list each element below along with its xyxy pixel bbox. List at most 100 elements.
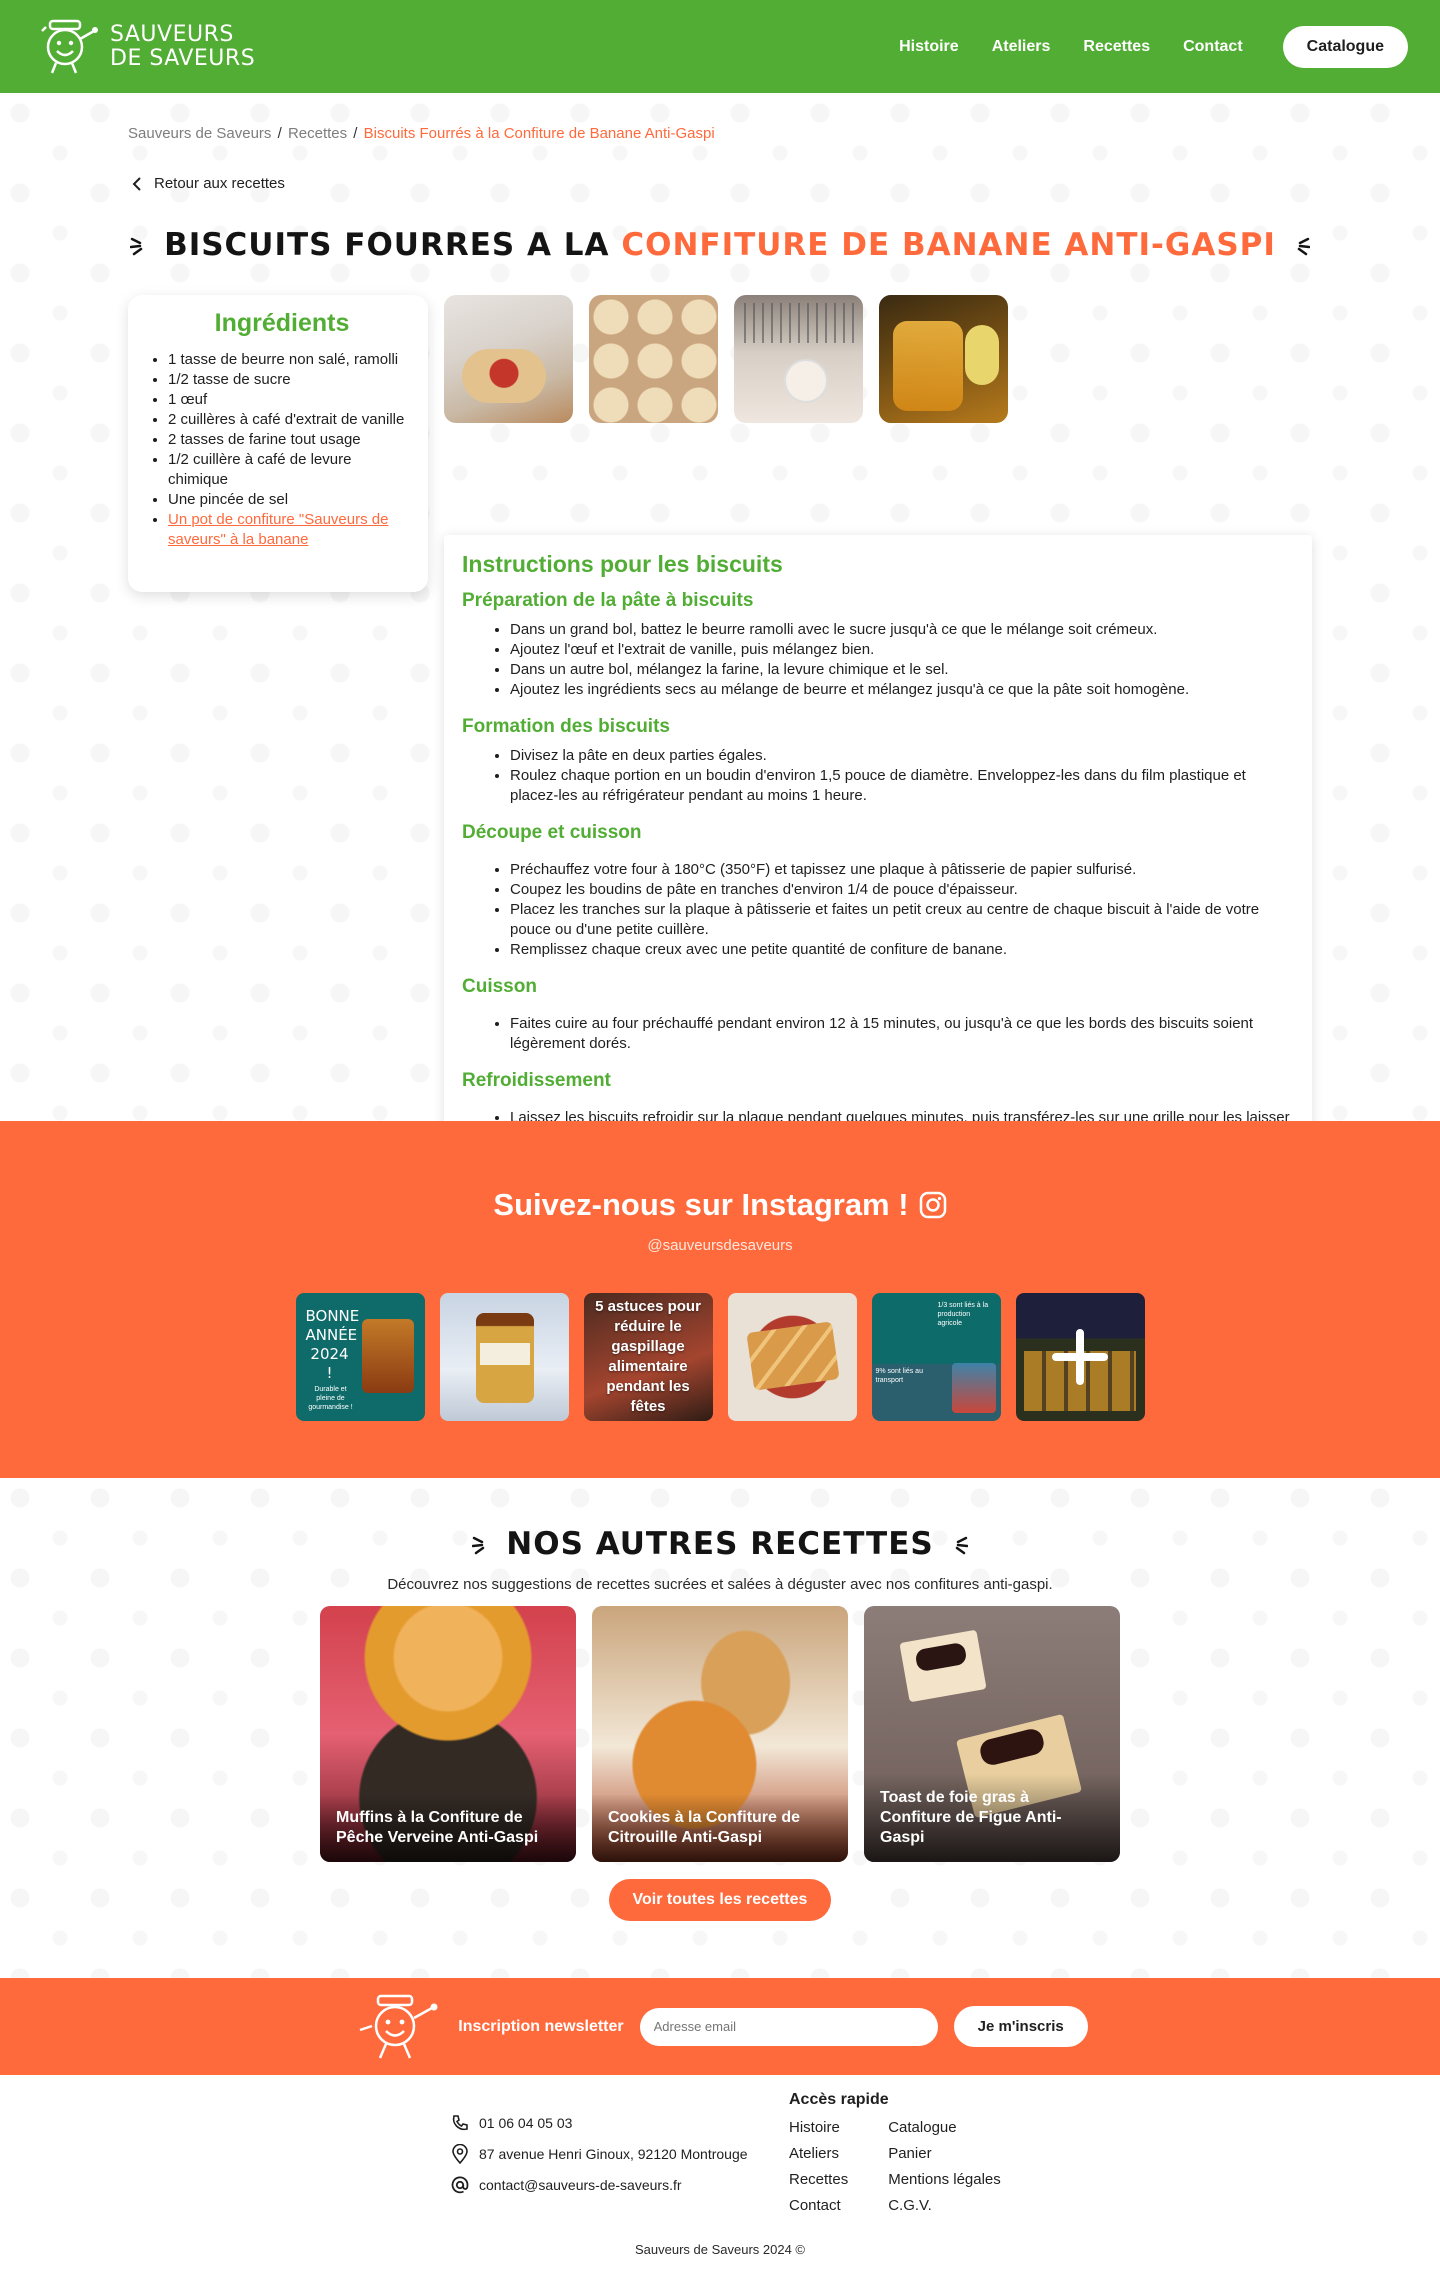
footer-contacts: 01 06 04 05 03 87 avenue Henri Ginoux, 9…	[451, 2107, 748, 2200]
recipe-section: Sauveurs de Saveurs / Recettes / Biscuit…	[0, 93, 1440, 1183]
step-item: Dans un grand bol, battez le beurre ramo…	[510, 620, 1294, 640]
instagram-post[interactable]	[439, 1293, 569, 1421]
back-to-recipes-link[interactable]: Retour aux recettes	[132, 175, 1440, 192]
instagram-post[interactable]	[727, 1293, 857, 1421]
step-list: Faites cuire au four préchauffé pendant …	[462, 1014, 1294, 1054]
footer-link-panier[interactable]: Panier	[888, 2141, 1001, 2167]
sparkle-icon	[472, 1536, 485, 1555]
breadcrumb-section[interactable]: Recettes	[288, 125, 347, 142]
title-accent: CONFITURE DE BANANE ANTI-GASPI	[621, 227, 1276, 263]
footer-phone[interactable]: 01 06 04 05 03	[451, 2107, 748, 2138]
phone-number: 01 06 04 05 03	[479, 2114, 573, 2131]
other-recipes-title: NOS AUTRES RECETTES	[506, 1526, 934, 1562]
step-item: Ajoutez les ingrédients secs au mélange …	[510, 680, 1294, 700]
copyright: Sauveurs de Saveurs 2024 ©	[634, 2242, 805, 2257]
recipe-card-foie-gras-toast[interactable]: Toast de foie gras à Confiture de Figue …	[864, 1606, 1120, 1862]
see-all-recipes-button[interactable]: Voir toutes les recettes	[608, 1879, 832, 1921]
jam-product-link[interactable]: Un pot de confiture "Sauveurs de saveurs…	[168, 511, 388, 548]
site-header: SAUVEURS DE SAVEURS Histoire Ateliers Re…	[0, 0, 1440, 93]
instructions-card: Instructions pour les biscuits Préparati…	[444, 535, 1312, 1183]
quick-links-heading: Accès rapide	[789, 2091, 889, 2108]
ingredient-item: 1 œuf	[168, 390, 414, 410]
phone-icon	[452, 2114, 468, 2130]
breadcrumb-separator: /	[349, 125, 362, 142]
ingredient-item: Une pincée de sel	[168, 490, 414, 510]
ingredient-item-link: Un pot de confiture "Sauveurs de saveurs…	[168, 510, 414, 550]
instagram-feed: BONNE ANNÉE 2024 ! Durable et pleine de …	[0, 1293, 1440, 1421]
step-section-title: Formation des biscuits	[462, 716, 670, 737]
breadcrumb: Sauveurs de Saveurs / Recettes / Biscuit…	[128, 125, 1440, 142]
newsletter-label: Inscription newsletter	[458, 2017, 624, 2035]
site-logo[interactable]: SAUVEURS DE SAVEURS	[36, 17, 255, 77]
footer-link-ateliers[interactable]: Ateliers	[789, 2141, 848, 2167]
logo-line-2: DE SAVEURS	[110, 45, 256, 71]
instagram-handle[interactable]: @sauveursdesaveurs	[0, 1237, 1440, 1254]
step-item: Préchauffez votre four à 180°C (350°F) e…	[510, 860, 1294, 880]
newsletter-subscribe-button[interactable]: Je m'inscris	[953, 2006, 1088, 2047]
post-caption: BONNE ANNÉE 2024 !	[305, 1307, 360, 1382]
breadcrumb-separator: /	[273, 125, 286, 142]
step-item: Divisez la pâte en deux parties égales.	[510, 746, 1294, 766]
post-caption: 9% sont liés au transport	[875, 1368, 923, 1384]
gallery-photo-cookie[interactable]	[444, 295, 573, 423]
instagram-icon[interactable]	[919, 1191, 947, 1219]
footer-link-contact[interactable]: Contact	[789, 2193, 848, 2219]
other-recipes-intro: Découvrez nos suggestions de recettes su…	[387, 1576, 1053, 1593]
site-footer: 01 06 04 05 03 87 avenue Henri Ginoux, 9…	[0, 2075, 1440, 2271]
address-text: 87 avenue Henri Ginoux, 92120 Montrouge	[479, 2145, 748, 2162]
step-item: Ajoutez l'œuf et l'extrait de vanille, p…	[510, 640, 1294, 660]
nav-ateliers[interactable]: Ateliers	[992, 38, 1051, 56]
footer-link-histoire[interactable]: Histoire	[789, 2115, 848, 2141]
catalog-button[interactable]: Catalogue	[1282, 25, 1408, 68]
quick-links-col-2: Catalogue Panier Mentions légales C.G.V.	[888, 2115, 1001, 2219]
post-subcaption: Durable et pleine de gourmandise !	[308, 1386, 353, 1411]
nav-recettes[interactable]: Recettes	[1083, 38, 1150, 56]
recipe-card-label: Muffins à la Confiture de Pêche Verveine…	[320, 1794, 576, 1862]
at-sign-icon	[451, 2176, 469, 2193]
step-item: Remplissez chaque creux avec une petite …	[510, 940, 1294, 960]
ingredient-item: 2 cuillères à café d'extrait de vanille	[168, 410, 414, 430]
footer-link-cgv[interactable]: C.G.V.	[888, 2193, 1001, 2219]
sparkle-icon	[955, 1536, 968, 1555]
instagram-more[interactable]	[1015, 1293, 1145, 1421]
instagram-post[interactable]: 1/3 sont liés à la production agricole 9…	[871, 1293, 1001, 1421]
recipe-card-muffins[interactable]: Muffins à la Confiture de Pêche Verveine…	[320, 1606, 576, 1862]
mascot-logo-icon	[359, 1994, 438, 2058]
ingredients-list: 1 tasse de beurre non salé, ramolli 1/2 …	[150, 350, 414, 550]
step-list: Dans un grand bol, battez le beurre ramo…	[462, 620, 1294, 700]
footer-link-mentions[interactable]: Mentions légales	[888, 2167, 1001, 2193]
step-item: Coupez les boudins de pâte en tranches d…	[510, 880, 1294, 900]
other-recipes-title-row: NOS AUTRES RECETTES	[0, 1526, 1440, 1562]
instructions-heading: Instructions pour les biscuits	[462, 551, 783, 577]
step-section-title: Cuisson	[462, 976, 537, 997]
instagram-section: Suivez-nous sur Instagram ! @sauveursdes…	[0, 1121, 1440, 1478]
recipe-card-cookies[interactable]: Cookies à la Confiture de Citrouille Ant…	[592, 1606, 848, 1862]
nav-contact[interactable]: Contact	[1183, 38, 1243, 56]
location-pin-icon	[452, 2143, 468, 2164]
step-list: Préchauffez votre four à 180°C (350°F) e…	[462, 860, 1294, 960]
sparkle-icon	[1297, 237, 1310, 256]
ingredient-item: 1/2 cuillère à café de levure chimique	[168, 450, 414, 490]
logo-line-1: SAUVEURS	[110, 21, 234, 47]
step-item: Placez les tranches sur la plaque à pâti…	[510, 900, 1294, 940]
footer-link-recettes[interactable]: Recettes	[789, 2167, 848, 2193]
footer-address[interactable]: 87 avenue Henri Ginoux, 92120 Montrouge	[451, 2138, 748, 2169]
post-caption: 1/3 sont liés à la production agricole	[937, 1302, 989, 1327]
gallery-photo-baking-tray[interactable]	[734, 295, 863, 423]
gallery-photo-dough-circles[interactable]	[589, 295, 718, 423]
recipe-card-label: Cookies à la Confiture de Citrouille Ant…	[592, 1794, 848, 1862]
newsletter-email-input[interactable]	[639, 2007, 938, 2046]
step-item: Roulez chaque portion en un boudin d'env…	[510, 766, 1294, 806]
footer-link-catalogue[interactable]: Catalogue	[888, 2115, 1001, 2141]
instagram-post[interactable]: BONNE ANNÉE 2024 ! Durable et pleine de …	[295, 1293, 425, 1421]
recipe-cards: Muffins à la Confiture de Pêche Verveine…	[0, 1606, 1440, 1862]
ingredient-item: 1 tasse de beurre non salé, ramolli	[168, 350, 414, 370]
nav-histoire[interactable]: Histoire	[899, 38, 959, 56]
breadcrumb-home[interactable]: Sauveurs de Saveurs	[128, 125, 271, 142]
gallery-photo-jam-jar[interactable]	[879, 295, 1008, 423]
ingredients-card: Ingrédients 1 tasse de beurre non salé, …	[128, 295, 428, 592]
footer-email[interactable]: contact@sauveurs-de-saveurs.fr	[451, 2169, 748, 2200]
instagram-post[interactable]: 5 astuces pour réduire le gaspillage ali…	[583, 1293, 713, 1421]
ingredient-item: 2 tasses de farine tout usage	[168, 430, 414, 450]
recipe-card-label: Toast de foie gras à Confiture de Figue …	[864, 1774, 1120, 1862]
